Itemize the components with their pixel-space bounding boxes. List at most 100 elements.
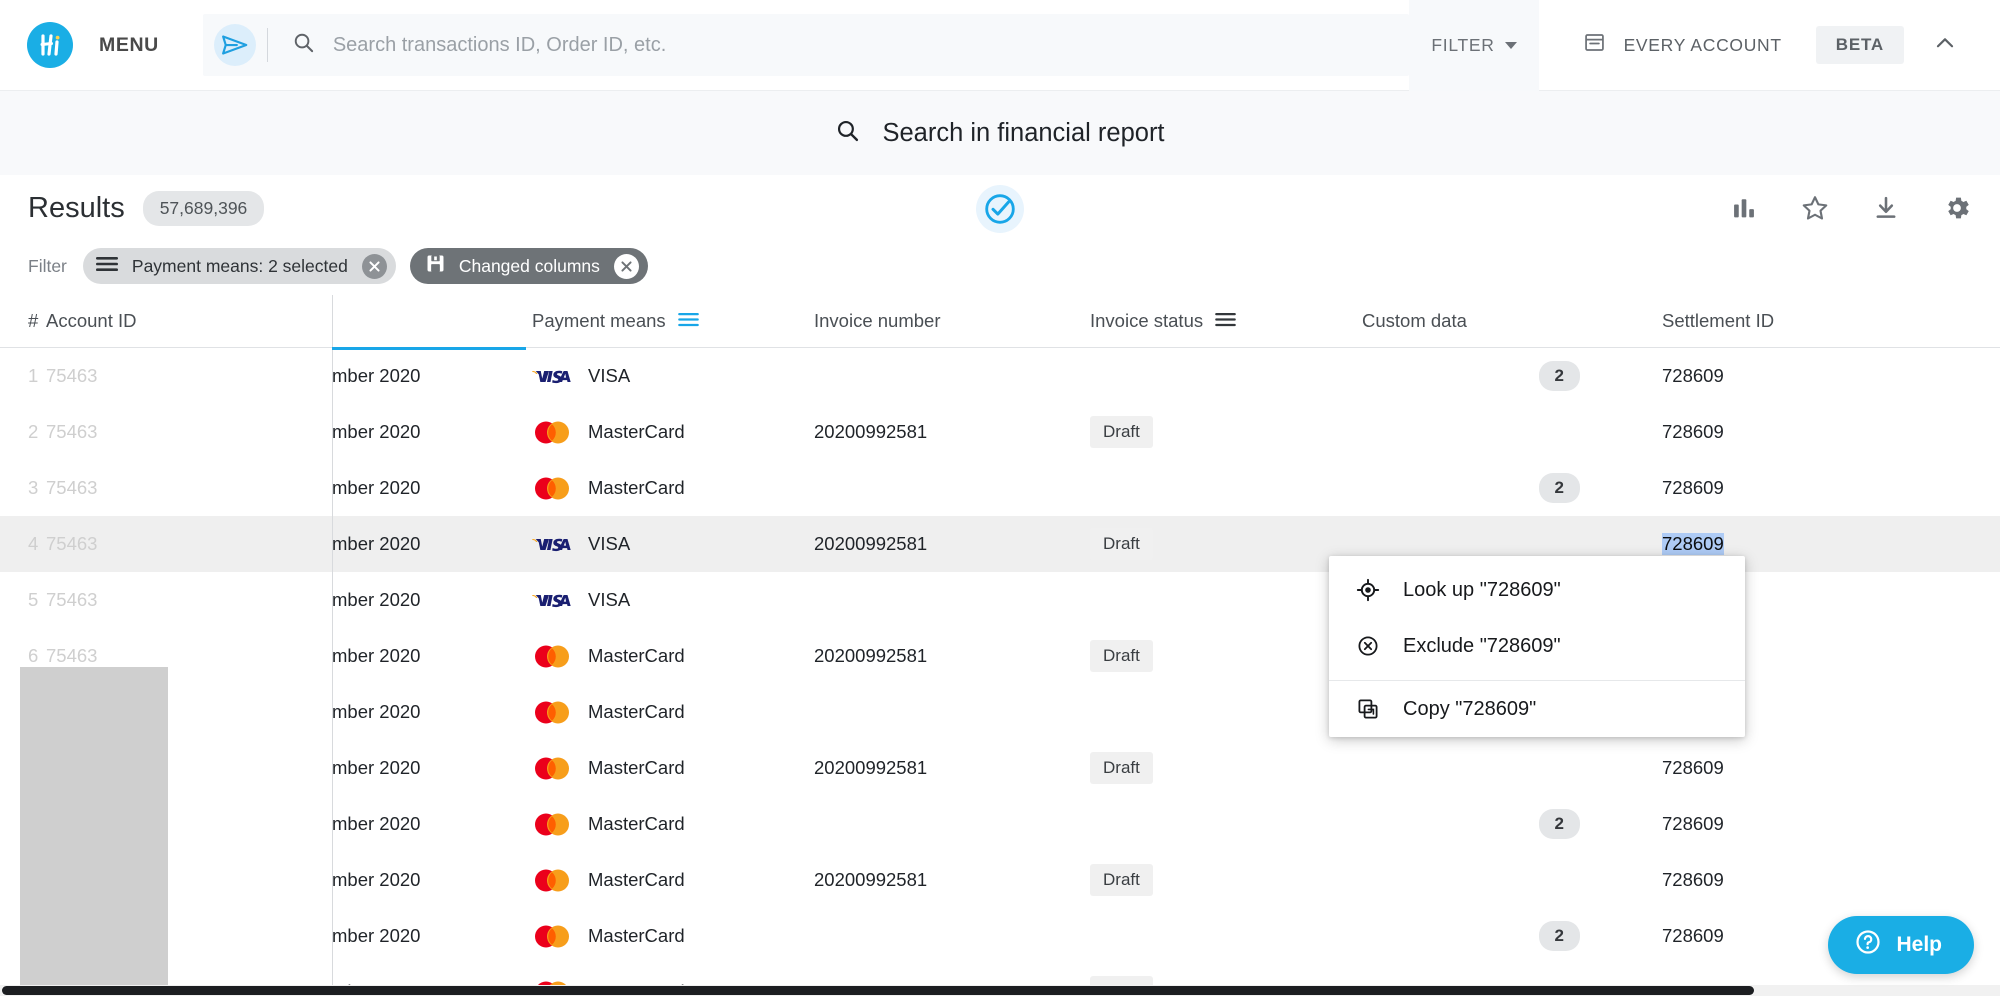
table-row[interactable]: 10 75463 mber 2020 MasterCard 20200992581 Dra… — [0, 852, 2000, 908]
filter-chip-payment-means[interactable]: Payment means: 2 selected — [82, 248, 396, 284]
payment-means-label: MasterCard — [588, 477, 685, 498]
cell-custom-data[interactable]: 2 — [1362, 473, 1662, 503]
cell-account-id[interactable]: 75463 — [46, 701, 332, 723]
table-row[interactable]: 8 75463 mber 2020 MasterCard 20200992581 Draf… — [0, 740, 2000, 796]
filter-dropdown-button[interactable]: FILTER — [1409, 0, 1539, 91]
results-bar: Results 57,689,396 Filter Payment means:… — [0, 175, 2000, 295]
cell-account-id[interactable]: 75463 — [46, 533, 332, 555]
context-menu-item-exclude[interactable]: Exclude "728609" — [1329, 618, 1745, 674]
cell-payment-means[interactable]: MasterCard — [532, 924, 814, 949]
cell-payment-means[interactable]: MasterCard — [532, 700, 814, 725]
cell-invoice-number[interactable]: 20200992581 — [814, 757, 1090, 779]
cell-invoice-status[interactable]: Draft — [1090, 640, 1362, 672]
cell-invoice-status[interactable]: Draft — [1090, 864, 1362, 896]
help-button[interactable]: Help — [1828, 916, 1974, 974]
cell-date[interactable]: mber 2020 — [332, 589, 532, 611]
cell-date[interactable]: mber 2020 — [332, 477, 532, 499]
chart-icon[interactable] — [1730, 194, 1758, 222]
status-badge: Draft — [1090, 416, 1153, 448]
cell-payment-means[interactable]: VISA — [532, 589, 814, 611]
cell-invoice-number[interactable]: 20200992581 — [814, 645, 1090, 667]
cell-account-id[interactable]: 75463 — [46, 645, 332, 667]
cell-account-id[interactable]: 75463 — [46, 813, 332, 835]
context-menu-item-copy[interactable]: Copy "728609" — [1329, 681, 1745, 737]
send-paper-plane-icon[interactable] — [203, 14, 267, 76]
table-row[interactable]: 2 75463 mber 2020 MasterCard 20200992581 Draf… — [0, 404, 2000, 460]
cell-payment-means[interactable]: MasterCard — [532, 476, 814, 501]
cell-invoice-status[interactable]: Draft — [1090, 752, 1362, 784]
cell-account-id[interactable]: 75463 — [46, 365, 332, 387]
table-row[interactable]: 9 75463 mber 2020 MasterCard 2 728609 — [0, 796, 2000, 852]
cell-payment-means[interactable]: MasterCard — [532, 868, 814, 893]
hi-logo-icon[interactable] — [27, 22, 73, 68]
cell-date[interactable]: mber 2020 — [332, 421, 532, 443]
cell-date[interactable]: mber 2020 — [332, 701, 532, 723]
star-icon[interactable] — [1800, 193, 1830, 223]
cell-payment-means[interactable]: MasterCard — [532, 644, 814, 669]
download-icon[interactable] — [1872, 194, 1900, 222]
filter-chip-changed-columns[interactable]: Changed columns — [409, 248, 648, 284]
cell-payment-means[interactable]: MasterCard — [532, 420, 814, 445]
filter-lines-icon[interactable] — [1215, 310, 1236, 332]
cell-payment-means[interactable]: VISA — [532, 533, 814, 555]
cell-account-id[interactable]: 75463 — [46, 869, 332, 891]
cell-account-id[interactable]: 75463 — [46, 925, 332, 947]
horizontal-scrollbar[interactable] — [0, 985, 2000, 996]
column-header-invoice-number: Invoice number — [814, 310, 941, 331]
cell-account-id[interactable]: 75463 — [46, 757, 332, 779]
cell-account-id[interactable]: 75463 — [46, 477, 332, 499]
horizontal-scrollbar-thumb[interactable] — [2, 986, 1754, 995]
cell-settlement-id[interactable]: 728609 — [1662, 477, 1952, 499]
menu-button[interactable]: MENU — [99, 34, 159, 57]
custom-data-count-badge: 2 — [1538, 809, 1580, 839]
cell-settlement-id[interactable]: 728609 — [1662, 813, 1952, 835]
check-circle-icon — [976, 185, 1024, 233]
column-header-invoice-status[interactable]: Invoice status — [1090, 310, 1362, 332]
table-row[interactable]: 1 75463 mber 2020 VISA 2 728609 — [0, 348, 2000, 404]
search-in-financial-report-button[interactable]: Search in financial report — [835, 118, 1165, 148]
chevron-up-icon[interactable] — [1904, 30, 1976, 61]
payment-means-label: MasterCard — [588, 869, 685, 890]
cell-date[interactable]: mber 2020 — [332, 645, 532, 667]
cell-settlement-id[interactable]: 728609 — [1662, 421, 1952, 443]
cell-index: 7 — [28, 701, 39, 722]
gear-icon[interactable] — [1942, 193, 1972, 223]
cell-date[interactable]: mber 2020 — [332, 813, 532, 835]
cell-invoice-number[interactable]: 20200992581 — [814, 869, 1090, 891]
cell-account-id[interactable]: 75463 — [46, 421, 332, 443]
context-menu-item-look-up[interactable]: Look up "728609" — [1329, 562, 1745, 618]
cell-settlement-id[interactable]: 728609 — [1662, 365, 1952, 387]
cell-account-id[interactable]: 75463 — [46, 589, 332, 611]
cell-date[interactable]: mber 2020 — [332, 869, 532, 891]
cell-settlement-id[interactable]: 728609 — [1662, 869, 1952, 891]
cell-invoice-number[interactable]: 20200992581 — [814, 421, 1090, 443]
table-row[interactable]: 11 75463 mber 2020 MasterCard 2 728609 — [0, 908, 2000, 964]
cell-invoice-number[interactable]: 20200992581 — [814, 533, 1090, 555]
search-input[interactable] — [332, 33, 1410, 57]
cell-custom-data[interactable]: 2 — [1362, 361, 1662, 391]
column-header-payment-means[interactable]: Payment means — [532, 310, 814, 332]
cell-payment-means[interactable]: VISA — [532, 365, 814, 387]
cell-date[interactable]: mber 2020 — [332, 365, 532, 387]
table-row[interactable]: 1275463mber 2020MasterCard20200992581Dra… — [0, 964, 2000, 985]
cell-custom-data[interactable]: 2 — [1362, 921, 1662, 951]
cell-settlement-id[interactable]: 728609 — [1662, 757, 1952, 779]
cell-date[interactable]: mber 2020 — [332, 533, 532, 555]
close-icon[interactable] — [361, 253, 387, 279]
table-header-row: # Account ID Payment means Invoice numbe… — [0, 295, 2000, 348]
cell-invoice-status[interactable]: Draft — [1090, 976, 1362, 985]
cell-payment-means[interactable]: MasterCard — [532, 756, 814, 781]
cell-settlement-id[interactable]: 728609 — [1662, 533, 1952, 555]
cell-custom-data[interactable]: 2 — [1362, 809, 1662, 839]
cell-date[interactable]: mber 2020 — [332, 757, 532, 779]
cell-payment-means[interactable]: MasterCard — [532, 812, 814, 837]
status-badge: Draft — [1090, 640, 1153, 672]
results-toolbar — [1730, 193, 1972, 223]
cell-date[interactable]: mber 2020 — [332, 925, 532, 947]
cell-invoice-status[interactable]: Draft — [1090, 528, 1362, 560]
cell-invoice-status[interactable]: Draft — [1090, 416, 1362, 448]
table-row[interactable]: 3 75463 mber 2020 MasterCard 2 728609 — [0, 460, 2000, 516]
filter-lines-icon-active[interactable] — [677, 310, 699, 332]
close-icon[interactable] — [613, 253, 639, 279]
every-account-button[interactable]: EVERY ACCOUNT — [1561, 31, 1804, 59]
